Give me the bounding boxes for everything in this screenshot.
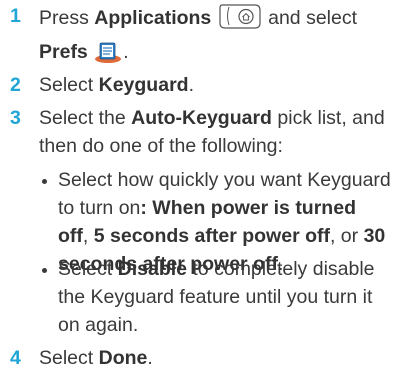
text: Select how quickly you want Keyguard [58,169,391,191]
text: Select [39,74,99,96]
prefs-app-icon [93,40,123,72]
option-label: off [58,225,83,247]
bullet-line: on again. [58,311,403,339]
text: Select the [39,107,132,129]
list-item: Select Disable to completely disable the… [39,255,403,345]
step-line: Select the Auto-Keyguard pick list, and [39,104,407,132]
text: and select [262,7,358,29]
step-number: 4 [10,347,21,369]
done-label: Done [98,347,148,369]
option-label: 30 [363,225,386,247]
instruction-list: 1 Press Applications and select Prefs . … [0,0,413,380]
disable-label: Disable [117,258,187,280]
prefs-label: Prefs [39,41,88,63]
step-text: Press Applications and select Prefs . [39,2,407,72]
text: pick list, and [271,107,385,129]
text: . [147,347,153,369]
step-line: Prefs . [39,38,407,72]
bullet-line: off, 5 seconds after power off, or 30 [58,222,403,250]
step-text: Select Done. [39,344,407,372]
auto-keyguard-label: Auto-Keyguard [131,107,272,129]
applications-key-icon [217,2,263,38]
bullet-line: to turn on: When power is turned [58,194,403,222]
step-text: Select Keyguard. [39,71,407,99]
option-label: : When power is turned [140,197,356,219]
applications-label: Applications [94,7,212,29]
text: . [188,74,194,96]
bullet-line: Select Disable to completely disable [58,255,403,283]
bullet-icon [42,268,47,273]
text: to turn on [58,197,141,219]
step-3: 3 Select the Auto-Keyguard pick list, an… [0,104,413,164]
text: then do one of the following: [39,135,283,157]
step-1: 1 Press Applications and select Prefs . [0,2,413,63]
step-text: Select the Auto-Keyguard pick list, and … [39,104,407,160]
step-number: 2 [10,74,21,96]
step-number: 1 [10,5,21,27]
step-4: 4 Select Done. [0,344,413,374]
step-line: Press Applications and select [39,2,407,38]
text: on again. [58,314,139,336]
text: Select [58,258,118,280]
bullet-line: Select how quickly you want Keyguard [58,166,403,194]
step-line: then do one of the following: [39,132,407,160]
bullet-icon [42,179,47,184]
bullet-text: Select Disable to completely disable the… [58,255,403,339]
text: Select [39,347,99,369]
text: the Keyguard feature until you turn it [58,286,373,308]
text: , [82,225,94,247]
option-label: 5 seconds after power off [93,225,330,247]
step-number: 3 [10,107,21,129]
bullet-line: the Keyguard feature until you turn it [58,283,403,311]
text: Press [39,7,95,29]
step-2: 2 Select Keyguard. [0,71,413,101]
text: to completely disable [187,258,375,280]
keyguard-label: Keyguard [98,74,189,96]
text: , or [329,225,364,247]
text: . [123,41,129,63]
